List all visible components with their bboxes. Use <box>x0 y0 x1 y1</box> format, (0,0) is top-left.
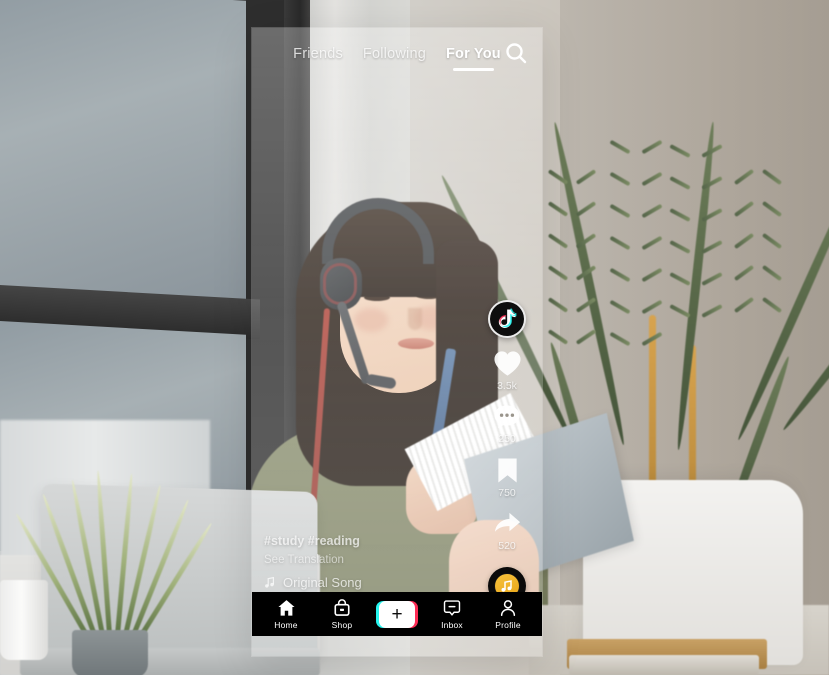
stacked-book-white <box>569 655 759 675</box>
share-count: 520 <box>498 540 516 552</box>
caption-hashtags[interactable]: #study #reading <box>264 534 454 548</box>
home-icon <box>277 599 296 617</box>
music-note-icon <box>264 576 276 589</box>
inbox-message-icon <box>443 599 461 617</box>
tiktok-phone-overlay: Friends Following For You 3.5k 250 750 5… <box>252 28 542 656</box>
create-plus-button[interactable]: + <box>376 600 418 628</box>
comment-icon <box>492 403 522 431</box>
like-button[interactable]: 3.5k <box>492 349 523 392</box>
window-pane-upper <box>0 0 246 301</box>
nav-label-inbox: Inbox <box>441 619 463 630</box>
comment-button[interactable]: 250 <box>492 403 522 445</box>
video-caption-block: #study #reading See Translation Original… <box>264 534 454 590</box>
share-button[interactable]: 520 <box>492 510 523 552</box>
song-title: Original Song <box>283 575 362 590</box>
heart-icon <box>492 349 523 378</box>
tiktok-note-logo-icon <box>488 300 526 338</box>
plant-pot <box>72 630 148 675</box>
see-translation-link[interactable]: See Translation <box>264 554 454 566</box>
nav-item-shop[interactable]: Shop <box>320 598 364 630</box>
create-plus-label: + <box>379 600 415 628</box>
nav-label-profile: Profile <box>495 619 521 630</box>
bookmark-button[interactable]: 750 <box>495 456 520 499</box>
tab-friends[interactable]: Friends <box>293 46 343 62</box>
nav-item-inbox[interactable]: Inbox <box>430 599 474 630</box>
like-count: 3.5k <box>497 380 517 392</box>
white-cup <box>0 580 48 660</box>
nav-label-shop: Shop <box>331 620 353 630</box>
nav-label-home: Home <box>274 619 298 630</box>
shopping-bag-icon <box>333 598 351 617</box>
nav-item-profile[interactable]: Profile <box>486 599 530 630</box>
small-potted-plant-leaves <box>14 470 214 637</box>
creator-avatar[interactable] <box>488 300 526 338</box>
bottom-navigation-bar: Home Shop + Inbox Profile <box>252 592 542 636</box>
tab-following[interactable]: Following <box>363 46 426 62</box>
action-rail: 3.5k 250 750 520 <box>480 300 534 605</box>
top-navigation-bar: Friends Following For You <box>252 28 542 80</box>
tab-for-you[interactable]: For You <box>446 46 501 71</box>
share-arrow-icon <box>492 510 523 538</box>
bookmark-count: 750 <box>498 487 516 499</box>
comment-count: 250 <box>498 433 516 445</box>
search-icon[interactable] <box>502 40 530 68</box>
nav-item-home[interactable]: Home <box>264 599 308 630</box>
person-icon <box>499 599 517 617</box>
music-track-row[interactable]: Original Song <box>264 575 454 590</box>
bookmark-icon <box>495 456 520 485</box>
